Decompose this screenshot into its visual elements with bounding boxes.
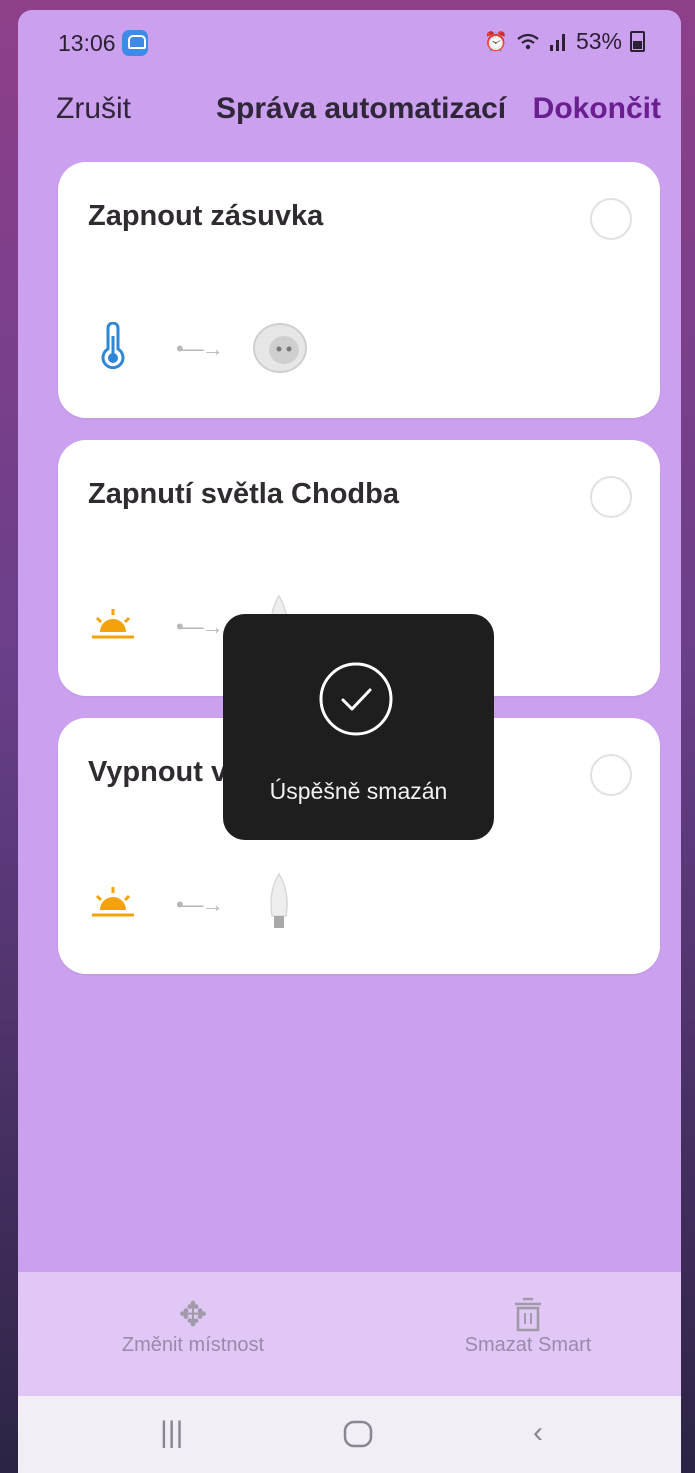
- move-arrows-icon: ✥: [178, 1296, 208, 1334]
- bulb-icon: [270, 872, 288, 928]
- app-notification-icon: [122, 30, 148, 56]
- status-right: ⏰ 53%: [484, 28, 645, 55]
- select-radio[interactable]: [590, 754, 632, 796]
- trash-icon: [515, 1297, 541, 1332]
- phone-screen: 13:06 ⏰ 53% Zrušit Správa automatizací D…: [18, 10, 681, 1473]
- status-bar: 13:06 ⏰ 53%: [18, 10, 681, 80]
- toast-message: Úspěšně smazán: [269, 778, 448, 804]
- delete-button[interactable]: Smazat Smart: [438, 1296, 618, 1357]
- automation-name: Zapnout zásuvka: [88, 200, 324, 232]
- delete-label: Smazat Smart: [464, 1334, 592, 1356]
- select-radio[interactable]: [590, 476, 632, 518]
- home-icon[interactable]: [343, 1420, 373, 1456]
- done-button[interactable]: Dokončit: [533, 92, 661, 126]
- alarm-icon: ⏰: [484, 31, 508, 53]
- thermometer-icon: [101, 322, 125, 370]
- signal-icon: [549, 33, 565, 51]
- back-icon[interactable]: ‹: [533, 1416, 543, 1450]
- header: Zrušit Správa automatizací Dokončit: [18, 80, 681, 150]
- cancel-button[interactable]: Zrušit: [56, 92, 131, 126]
- check-circle-icon: [319, 662, 393, 736]
- arrow-icon: •—→: [176, 336, 224, 361]
- android-nav-bar: ||| ‹: [18, 1396, 681, 1473]
- select-radio[interactable]: [590, 198, 632, 240]
- page-title: Správa automatizací: [216, 92, 507, 125]
- automation-card[interactable]: Zapnout zásuvka •—→: [58, 162, 660, 418]
- move-room-label: Změnit místnost: [121, 1334, 265, 1356]
- sunrise-icon: [92, 887, 134, 917]
- smart-plug-icon: [253, 323, 307, 373]
- arrow-icon: •—→: [176, 614, 224, 639]
- recent-apps-icon[interactable]: |||: [160, 1416, 183, 1450]
- move-room-button[interactable]: ✥ Změnit místnost: [108, 1296, 278, 1357]
- bottom-toolbar: ✥ Změnit místnost Smazat Smart: [18, 1272, 681, 1396]
- automation-name: Zapnutí světla Chodba: [88, 478, 399, 510]
- arrow-icon: •—→: [176, 892, 224, 917]
- battery-percent: 53%: [575, 28, 622, 54]
- success-toast: Úspěšně smazán: [223, 614, 494, 840]
- sunrise-icon: [92, 609, 134, 639]
- wifi-icon: [517, 33, 539, 49]
- status-time: 13:06: [58, 30, 116, 56]
- battery-icon: [630, 31, 645, 52]
